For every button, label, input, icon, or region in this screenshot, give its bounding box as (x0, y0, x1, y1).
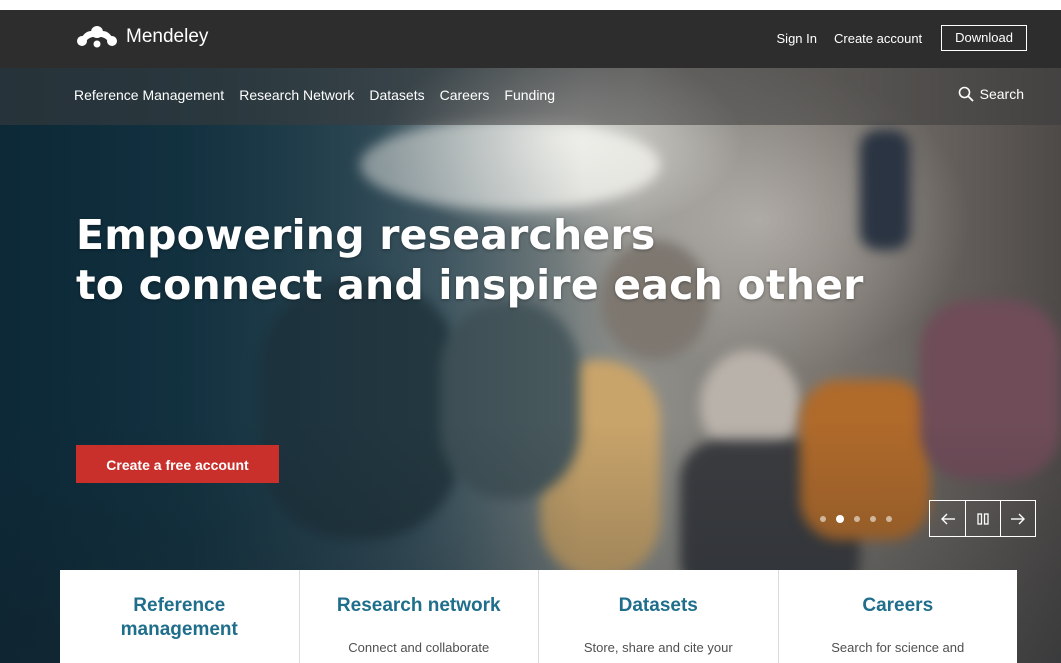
sign-in-link[interactable]: Sign In (777, 31, 817, 46)
search-icon (958, 86, 974, 102)
card-title: Research network (336, 595, 501, 616)
card-title: Datasets (618, 595, 698, 616)
card-description: Store, share and cite your (583, 640, 733, 655)
nav-item-funding[interactable]: Funding (504, 87, 555, 103)
card-datasets[interactable]: Datasets Store, share and cite your (539, 570, 779, 663)
card-description: Connect and collaborate (348, 640, 490, 655)
card-description: Search for science and (831, 640, 965, 655)
top-bar: Mendeley Sign In Create account Download (0, 0, 1061, 68)
pause-icon (977, 512, 989, 525)
carousel-next-button[interactable] (1000, 501, 1035, 536)
hero-headline-line-1: Empowering researchers (76, 211, 656, 259)
hero-headline-line-2: to connect and inspire each other (76, 261, 864, 309)
card-research-network[interactable]: Research network Connect and collaborate (300, 570, 539, 663)
main-navigation: Reference Management Research Network Da… (0, 68, 1061, 125)
mendeley-logo-icon (77, 26, 117, 48)
arrow-left-icon (940, 513, 955, 524)
card-title: Reference management (120, 595, 238, 640)
nav-item-careers[interactable]: Careers (440, 87, 490, 103)
create-account-link[interactable]: Create account (834, 31, 922, 46)
page: Mendeley Sign In Create account Download… (0, 0, 1061, 663)
arrow-right-icon (1011, 513, 1025, 524)
search-button[interactable]: Search (958, 86, 1024, 102)
hero-headline: Empowering researchers to connect and in… (76, 210, 864, 310)
search-label: Search (979, 86, 1024, 102)
carousel-dot-2[interactable] (836, 515, 844, 523)
carousel-controls (929, 500, 1036, 537)
card-title: Careers (862, 595, 934, 616)
brand-logo[interactable]: Mendeley (74, 24, 208, 50)
carousel-prev-button[interactable] (930, 501, 965, 536)
carousel-pause-button[interactable] (965, 501, 1000, 536)
carousel-dot-3[interactable] (854, 516, 860, 522)
nav-items: Reference Management Research Network Da… (74, 87, 570, 103)
carousel-dot-4[interactable] (870, 516, 876, 522)
carousel-dot-5[interactable] (886, 516, 892, 522)
nav-item-datasets[interactable]: Datasets (369, 87, 424, 103)
card-reference-management[interactable]: Reference management (60, 570, 300, 663)
nav-item-research-network[interactable]: Research Network (239, 87, 354, 103)
account-links: Sign In Create account Download (760, 25, 1027, 51)
create-free-account-button[interactable]: Create a free account (76, 445, 279, 483)
download-button[interactable]: Download (941, 25, 1027, 51)
card-careers[interactable]: Careers Search for science and (779, 570, 1018, 663)
nav-item-reference-management[interactable]: Reference Management (74, 87, 224, 103)
carousel-dots (820, 515, 902, 523)
feature-cards: Reference management Research network Co… (60, 570, 1017, 663)
brand-name: Mendeley (126, 26, 209, 47)
carousel-dot-1[interactable] (820, 516, 826, 522)
